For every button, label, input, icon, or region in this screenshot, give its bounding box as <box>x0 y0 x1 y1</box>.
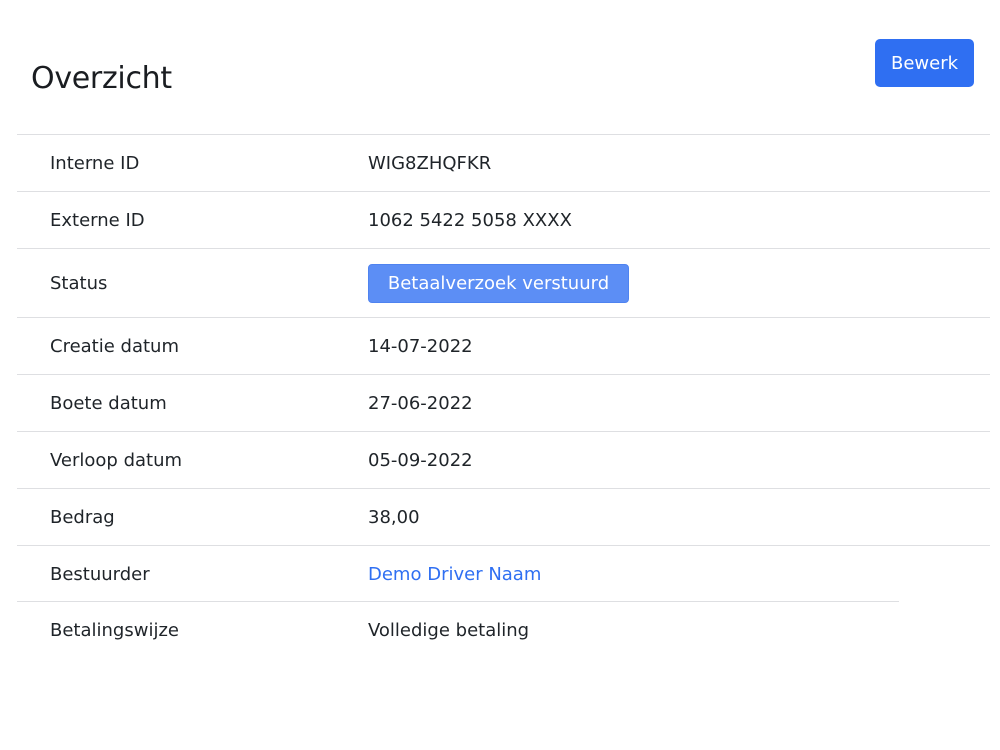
detail-label: Boete datum <box>50 392 167 414</box>
page-title: Overzicht <box>31 61 172 97</box>
status-badge: Betaalverzoek verstuurd <box>368 263 629 303</box>
detail-value: WIG8ZHQFKR <box>368 152 492 174</box>
driver-link[interactable]: Demo Driver Naam <box>368 564 541 585</box>
detail-value: 27-06-2022 <box>368 392 473 414</box>
detail-row-creation-date: Creatie datum 14-07-2022 <box>17 317 990 374</box>
detail-label: Bestuurder <box>50 563 150 585</box>
detail-value: 38,00 <box>368 506 420 528</box>
detail-label: Status <box>50 272 108 294</box>
details-table: Interne ID WIG8ZHQFKR Externe ID 1062 54… <box>17 134 990 659</box>
detail-row-expiry-date: Verloop datum 05-09-2022 <box>17 431 990 488</box>
detail-row-fine-date: Boete datum 27-06-2022 <box>17 374 990 431</box>
detail-label: Creatie datum <box>50 335 179 357</box>
detail-value: 05-09-2022 <box>368 449 473 471</box>
edit-button[interactable]: Bewerk <box>875 39 974 87</box>
detail-row-driver: Bestuurder Demo Driver Naam <box>17 545 990 602</box>
detail-label: Interne ID <box>50 152 140 174</box>
detail-value: 1062 5422 5058 XXXX <box>368 209 572 231</box>
detail-row-internal-id: Interne ID WIG8ZHQFKR <box>17 134 990 191</box>
detail-row-status: Status Betaalverzoek verstuurd <box>17 248 990 317</box>
detail-row-external-id: Externe ID 1062 5422 5058 XXXX <box>17 191 990 248</box>
row-divider <box>17 601 899 602</box>
detail-value: 14-07-2022 <box>368 335 473 357</box>
detail-value: Volledige betaling <box>368 620 530 641</box>
detail-label: Bedrag <box>50 506 115 528</box>
detail-label: Verloop datum <box>50 449 183 471</box>
detail-label: Externe ID <box>50 209 145 231</box>
detail-label: Betalingswijze <box>50 620 179 641</box>
detail-row-payment-method: Betalingswijze Volledige betaling <box>17 601 990 659</box>
detail-row-amount: Bedrag 38,00 <box>17 488 990 545</box>
